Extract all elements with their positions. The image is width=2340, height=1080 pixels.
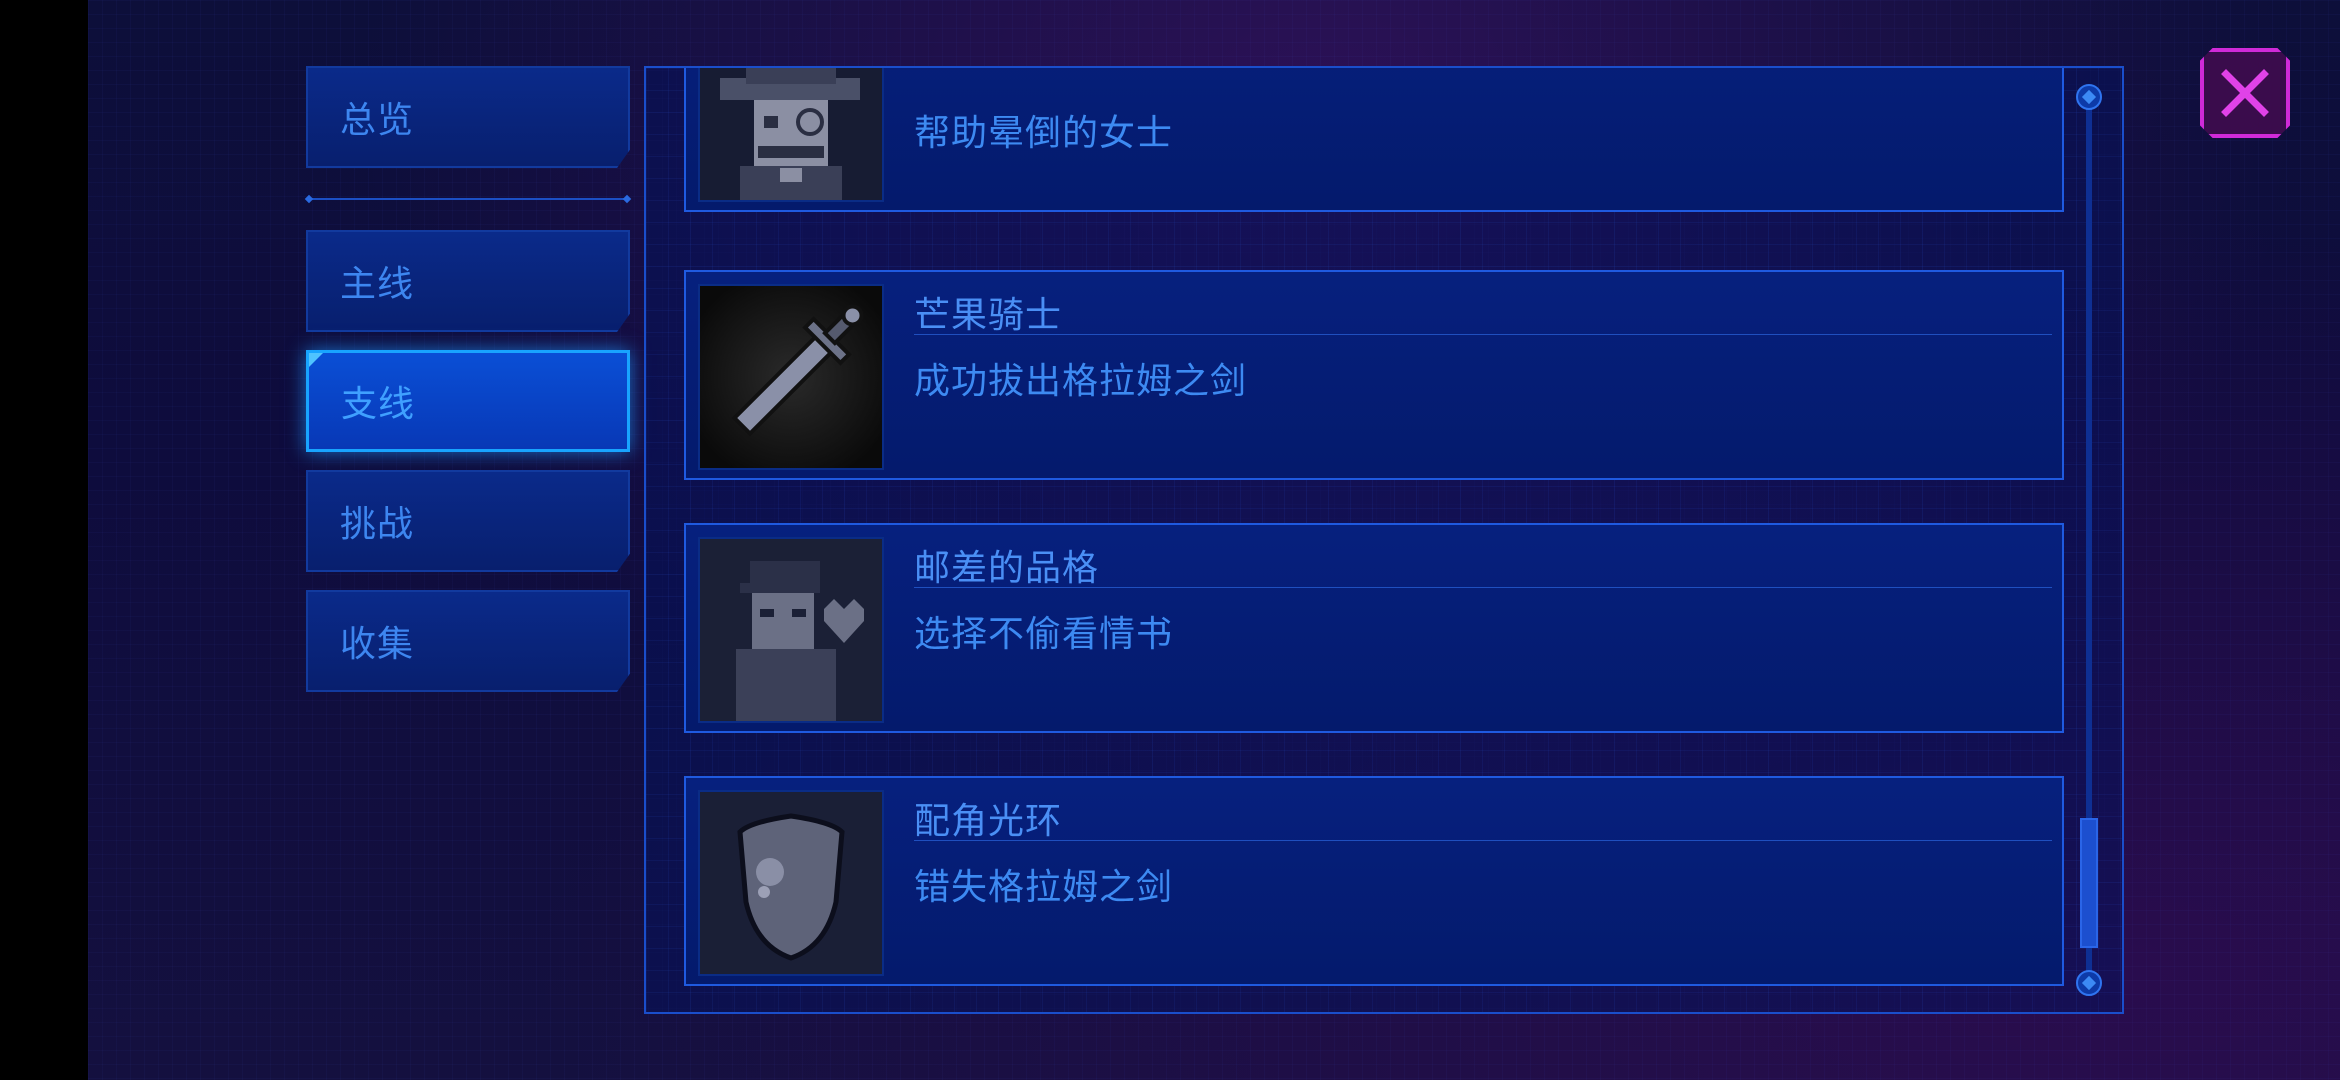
card-divider (914, 587, 2052, 588)
mustache-gentleman-icon (698, 68, 884, 202)
achievement-description: 成功拔出格拉姆之剑 (914, 361, 1248, 402)
achievement-title: 芒果骑士 (914, 295, 1063, 336)
scroll-down-icon[interactable] (2076, 970, 2102, 996)
scroll-up-icon[interactable] (2076, 84, 2102, 110)
shield-icon (698, 790, 884, 976)
close-button[interactable] (2200, 48, 2290, 138)
close-icon (2221, 69, 2269, 117)
achievement-title: 配角光环 (914, 801, 1063, 842)
tab-label: 总览 (340, 100, 415, 141)
sidebar-divider (304, 194, 632, 204)
sword-icon (698, 284, 884, 470)
achievement-description: 错失格拉姆之剑 (914, 867, 1174, 908)
achievement-description: 帮助晕倒的女士 (914, 113, 1174, 154)
achievement-card: 邮差的品格 选择不偷看情书 (684, 523, 2064, 733)
tab-label: 挑战 (340, 504, 415, 545)
achievement-title: 邮差的品格 (914, 548, 1100, 589)
achievement-screen: 总览 主线 支线 挑战 收集 帮助晕倒的女士 芒果骑士 成功拔出格拉姆之剑 邮差… (0, 0, 2340, 1080)
tab-label: 支线 (341, 384, 416, 425)
achievement-card: 芒果骑士 成功拔出格拉姆之剑 (684, 270, 2064, 480)
achievement-card: 配角光环 错失格拉姆之剑 (684, 776, 2064, 986)
achievement-list-panel[interactable]: 帮助晕倒的女士 芒果骑士 成功拔出格拉姆之剑 邮差的品格 选择不偷看情书 配角光… (644, 66, 2124, 1014)
card-divider (914, 334, 2052, 335)
card-divider (914, 840, 2052, 841)
achievement-card: 帮助晕倒的女士 (684, 68, 2064, 212)
achievement-description: 选择不偷看情书 (914, 614, 1174, 655)
tab-label: 收集 (340, 624, 415, 665)
tab-main-story[interactable]: 主线 (306, 230, 630, 332)
tab-collection[interactable]: 收集 (306, 590, 630, 692)
postman-heart-icon (698, 537, 884, 723)
letterbox-bar (0, 0, 88, 1080)
tab-label: 主线 (340, 264, 415, 305)
tab-side-story[interactable]: 支线 (306, 350, 630, 452)
tab-overview[interactable]: 总览 (306, 66, 630, 168)
scrollbar-thumb[interactable] (2080, 818, 2098, 948)
tab-challenge[interactable]: 挑战 (306, 470, 630, 572)
